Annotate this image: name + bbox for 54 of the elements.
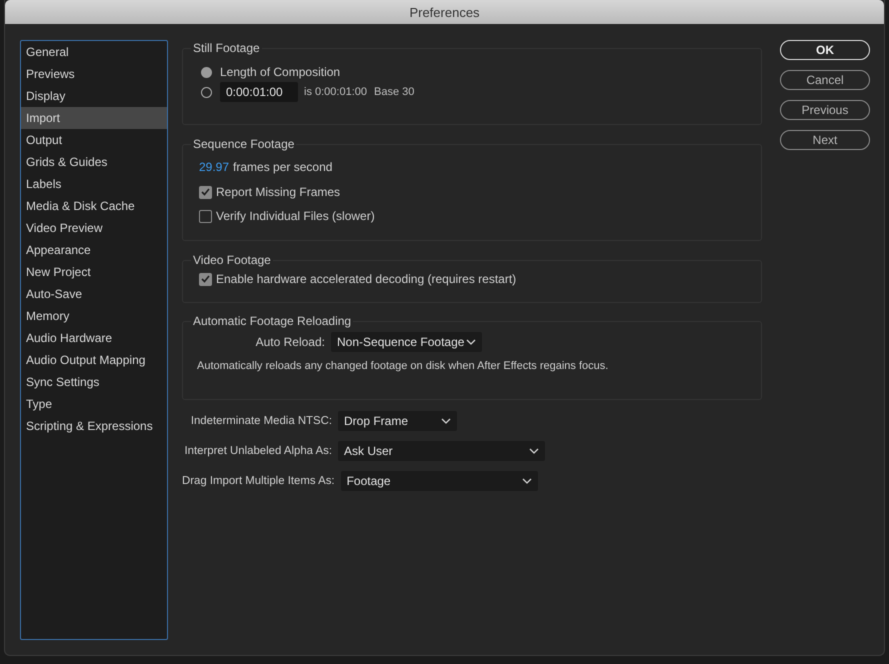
dropdown[interactable]: Ask User (338, 441, 545, 461)
sidebar-item[interactable]: Video Preview (21, 217, 167, 239)
sidebar-item[interactable]: Media & Disk Cache (21, 195, 167, 217)
group-title: Still Footage (192, 41, 261, 55)
sidebar-item[interactable]: Auto-Save (21, 283, 167, 305)
radio-button[interactable] (201, 86, 212, 98)
chevron-icon (522, 478, 532, 484)
group-title: Video Footage (192, 253, 272, 267)
window-title: Preferences (409, 4, 480, 20)
radio-label: Length of Composition (220, 65, 340, 79)
checkbox[interactable] (199, 272, 212, 286)
field-label: Interpret Unlabeled Alpha As: (183, 445, 332, 457)
sidebar-item[interactable]: Grids & Guides (21, 151, 167, 173)
checkbox[interactable] (199, 186, 212, 198)
field-label: Drag Import Multiple Items As: (182, 475, 335, 487)
frame-rate-value[interactable]: 29.97 (199, 160, 230, 174)
checkbox-label: Report Missing Frames (216, 185, 340, 199)
chevron-icon (441, 418, 451, 424)
sidebar-item[interactable]: Type (21, 393, 167, 415)
sidebar-item[interactable]: Appearance (21, 239, 167, 261)
sidebar-item[interactable]: Labels (21, 173, 167, 195)
field-label: Auto Reload: (254, 335, 325, 349)
sidebar-item[interactable]: Memory (21, 305, 167, 327)
dropdown[interactable]: Footage (340, 471, 538, 491)
group-title: Sequence Footage (192, 137, 296, 151)
chevron-icon (529, 448, 539, 454)
sidebar-item[interactable]: Display (21, 85, 167, 107)
sidebar-item[interactable]: Audio Output Mapping (21, 349, 167, 371)
chevron-icon (466, 339, 476, 345)
sidebar-item[interactable]: Import (21, 107, 167, 129)
group-title: Automatic Footage Reloading (192, 314, 352, 328)
timebase-label: Base 30 (374, 86, 414, 98)
sidebar-item[interactable]: General (21, 41, 167, 63)
sidebar-item[interactable]: Sync Settings (21, 371, 167, 393)
frame-rate-label: frames per second (233, 160, 332, 174)
dropdown[interactable]: Drop Frame (338, 411, 457, 431)
radio-button[interactable] (201, 66, 212, 78)
sidebar-item[interactable]: New Project (21, 261, 167, 283)
checkbox-label: Verify Individual Files (slower) (216, 209, 375, 223)
description-text: Automatically reloads any changed footage on disk when After Effects regains focus. (197, 360, 610, 372)
checkbox-label: Enable hardware accelerated decoding (requires restart) (216, 272, 516, 286)
duration-note: is 0:00:01:00 (304, 86, 367, 98)
duration-field[interactable]: 0:00:01:00 (220, 82, 298, 102)
sidebar-item[interactable]: Output (21, 129, 167, 151)
checkbox[interactable] (199, 210, 212, 222)
sidebar-item[interactable]: Audio Hardware (21, 327, 167, 349)
dialog-button[interactable]: Next (780, 130, 870, 150)
dropdown[interactable]: Non-Sequence Footage (331, 332, 482, 352)
ok-button[interactable]: OK (780, 40, 870, 60)
dialog-button[interactable]: Previous (780, 100, 870, 120)
sidebar-item[interactable]: Previews (21, 63, 167, 85)
field-label: Indeterminate Media NTSC: (190, 415, 332, 427)
dialog-button[interactable]: Cancel (780, 70, 870, 90)
sidebar-item[interactable]: Scripting & Expressions (21, 415, 167, 437)
